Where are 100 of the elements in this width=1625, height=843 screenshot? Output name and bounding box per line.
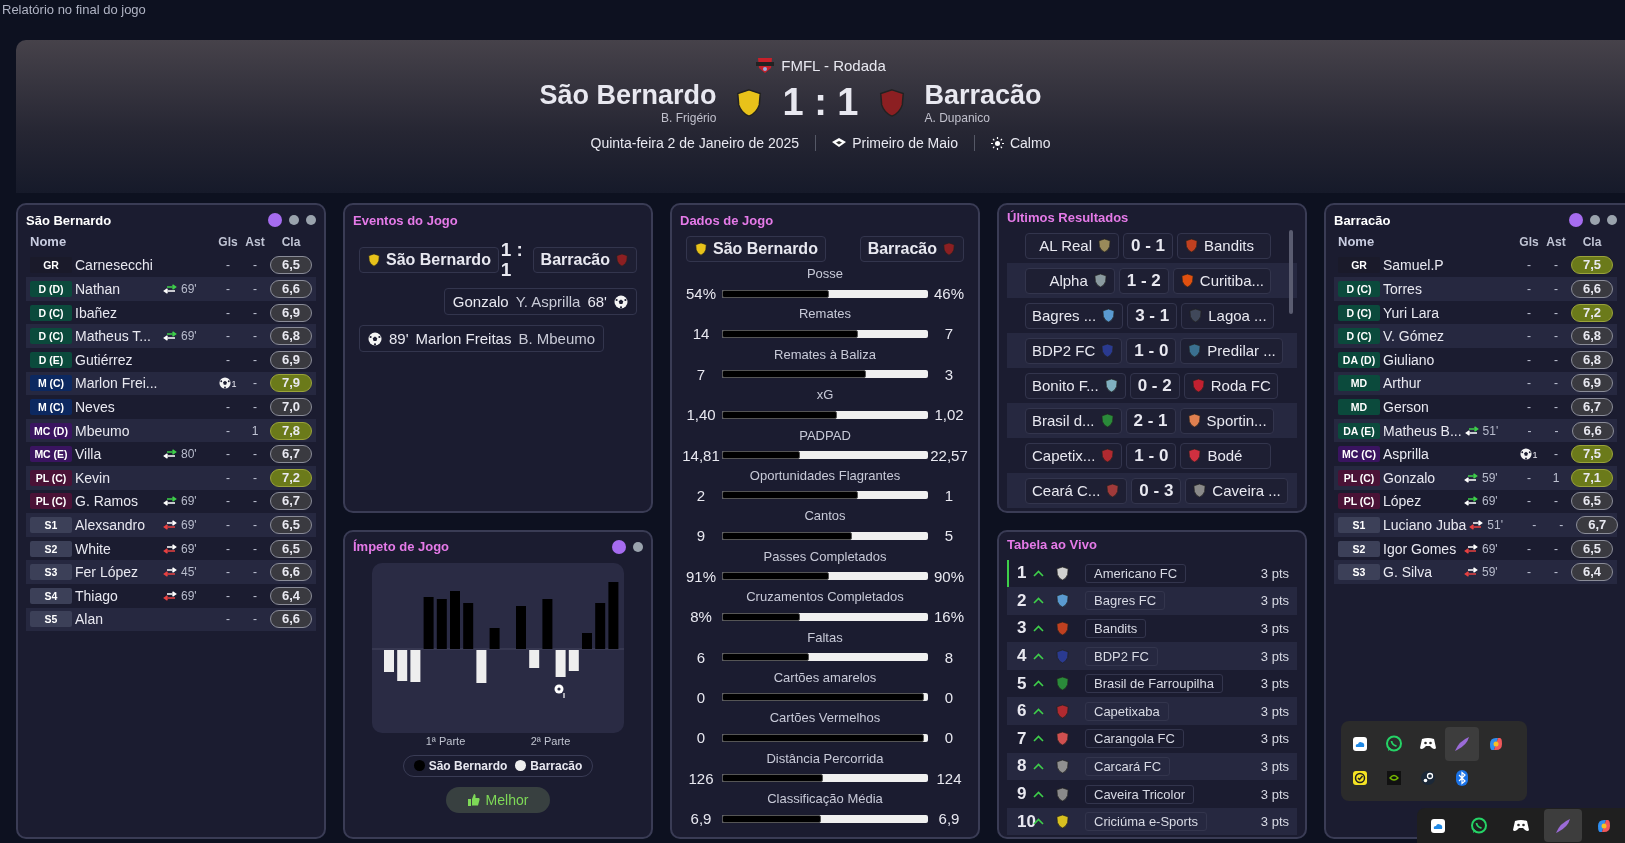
page-dot[interactable]: [1569, 213, 1583, 227]
page-dot[interactable]: [268, 213, 282, 227]
momentum-bar: [542, 598, 553, 649]
page-dot[interactable]: [1590, 215, 1600, 225]
momentum-bar: [516, 605, 526, 649]
team-name: Carangola FC: [1085, 729, 1184, 749]
player-name: V. Gómez: [1383, 328, 1445, 345]
player-name: Matheus B...: [1383, 422, 1462, 439]
page-dot[interactable]: [289, 215, 299, 225]
assists-cell-text: -: [252, 494, 258, 509]
player-name: Carnesecchi: [75, 257, 154, 274]
away-value: 3: [943, 365, 955, 383]
assists-cell-text: -: [252, 612, 258, 627]
sub-minute: 69': [181, 329, 197, 344]
rating-pill: 7,9: [270, 374, 312, 393]
substitution-icon: [163, 496, 177, 507]
away-team: Roda FC: [1183, 372, 1278, 399]
home-team: Bagres ...: [1025, 302, 1124, 329]
goals-cell-text: -: [225, 447, 231, 462]
panel-title: Eventos do Jogo: [353, 212, 458, 228]
sub-minute: 69': [1482, 494, 1498, 509]
momentum-bar: [595, 602, 606, 649]
position-badge: S3: [1338, 564, 1380, 581]
rating-pill: 6,5: [1571, 539, 1613, 558]
home-team: Bonito F...: [1025, 372, 1126, 399]
legend-dot: [515, 760, 527, 771]
swirl-icon: [1596, 817, 1613, 834]
result-score: 0 - 2: [1129, 372, 1180, 399]
goals-cell-text: -: [1526, 423, 1533, 438]
position-badge: MD: [1338, 398, 1380, 415]
rating-pill: 7,1: [1571, 468, 1613, 487]
page-dot[interactable]: [1607, 215, 1617, 225]
home-value: 2: [695, 486, 707, 504]
rating-pill: 7,8: [270, 421, 312, 440]
best-button[interactable]: Melhor: [445, 786, 551, 813]
sub-minute: 69': [1482, 541, 1498, 556]
points: 3 pts: [1260, 593, 1289, 609]
goals-cell-text: -: [1526, 352, 1532, 367]
position-badge: D (C): [1338, 281, 1380, 297]
assists-cell-text: -: [252, 258, 258, 273]
stat-label: Distância Percorrida: [765, 749, 885, 768]
rating-pill: 6,7: [270, 492, 312, 511]
home-value: 9: [695, 527, 707, 545]
panel-title: Últimos Resultados: [1007, 210, 1129, 225]
page-dot[interactable]: [306, 215, 316, 225]
team-name: Barracão: [924, 80, 1042, 111]
points: 3 pts: [1260, 786, 1289, 802]
assists-cell-text: -: [1553, 399, 1559, 414]
rating-pill: 6,8: [1571, 327, 1613, 346]
rating-pill: 7,2: [1571, 303, 1613, 322]
goals-cell-text: -: [225, 399, 231, 414]
rating-pill: 6,5: [270, 515, 312, 534]
assist-name: B. Mbeumo: [518, 330, 596, 347]
sub-minute: 69': [181, 541, 197, 556]
home-team: Alpha: [1025, 267, 1115, 294]
page-dot[interactable]: [612, 539, 626, 554]
panel-title: Tabela ao Vivo: [1007, 536, 1097, 552]
position-number: 7: [1016, 728, 1028, 749]
rating-pill: 6,6: [270, 280, 312, 298]
column-header: Ast: [1545, 234, 1567, 249]
player-name: Arthur: [1383, 375, 1423, 392]
chip-icon: [1386, 770, 1402, 786]
position-badge: PL (C): [1338, 493, 1380, 510]
rating-pill: 7,5: [1571, 256, 1613, 275]
legend-label: São Bernardo: [428, 758, 508, 773]
substitution-icon: [1464, 472, 1478, 483]
goals-cell-text: -: [1526, 470, 1532, 485]
assists-cell-text: -: [1553, 565, 1559, 580]
momentum-bar: [384, 649, 394, 672]
substitution-icon: [1464, 567, 1478, 578]
scrollbar[interactable]: [1289, 230, 1293, 314]
team-name: Criciúma e-Sports: [1085, 812, 1208, 832]
home-value: 91%: [685, 567, 717, 585]
assists-cell-text: -: [252, 447, 258, 462]
assists-cell-text: -: [1553, 352, 1559, 367]
team-chip: São Bernardo: [359, 247, 499, 273]
player-name: Samuel.P: [1383, 257, 1445, 274]
player-name: Gutiérrez: [75, 351, 134, 368]
goals-cell-text: -: [1526, 258, 1532, 273]
column-header: Cla: [280, 234, 302, 249]
page-dot[interactable]: [633, 541, 643, 552]
gamepad-icon: [1512, 818, 1530, 833]
away-value: 5: [943, 527, 955, 545]
substitution-icon: [163, 449, 177, 460]
momentum-bar: [608, 581, 619, 649]
assists-cell-text: -: [1553, 447, 1559, 462]
substitution-icon: [163, 590, 177, 601]
goals-cell-text: -: [225, 541, 231, 556]
player-name: Nathan: [75, 281, 122, 297]
goals-cell-text: -: [1526, 541, 1532, 556]
match-score: 1 : 1: [782, 81, 859, 124]
substitution-icon: [1464, 543, 1478, 554]
position-badge: GR: [1338, 257, 1380, 274]
goal-count: 1: [231, 379, 237, 390]
sub-minute: 69': [181, 588, 197, 603]
away-team: Predilar ...: [1180, 337, 1283, 364]
rating-pill: 6,7: [1571, 397, 1613, 416]
result-score: 1 - 2: [1118, 267, 1169, 294]
away-team: Curitiba...: [1172, 267, 1271, 294]
position-badge: D (C): [30, 304, 72, 321]
